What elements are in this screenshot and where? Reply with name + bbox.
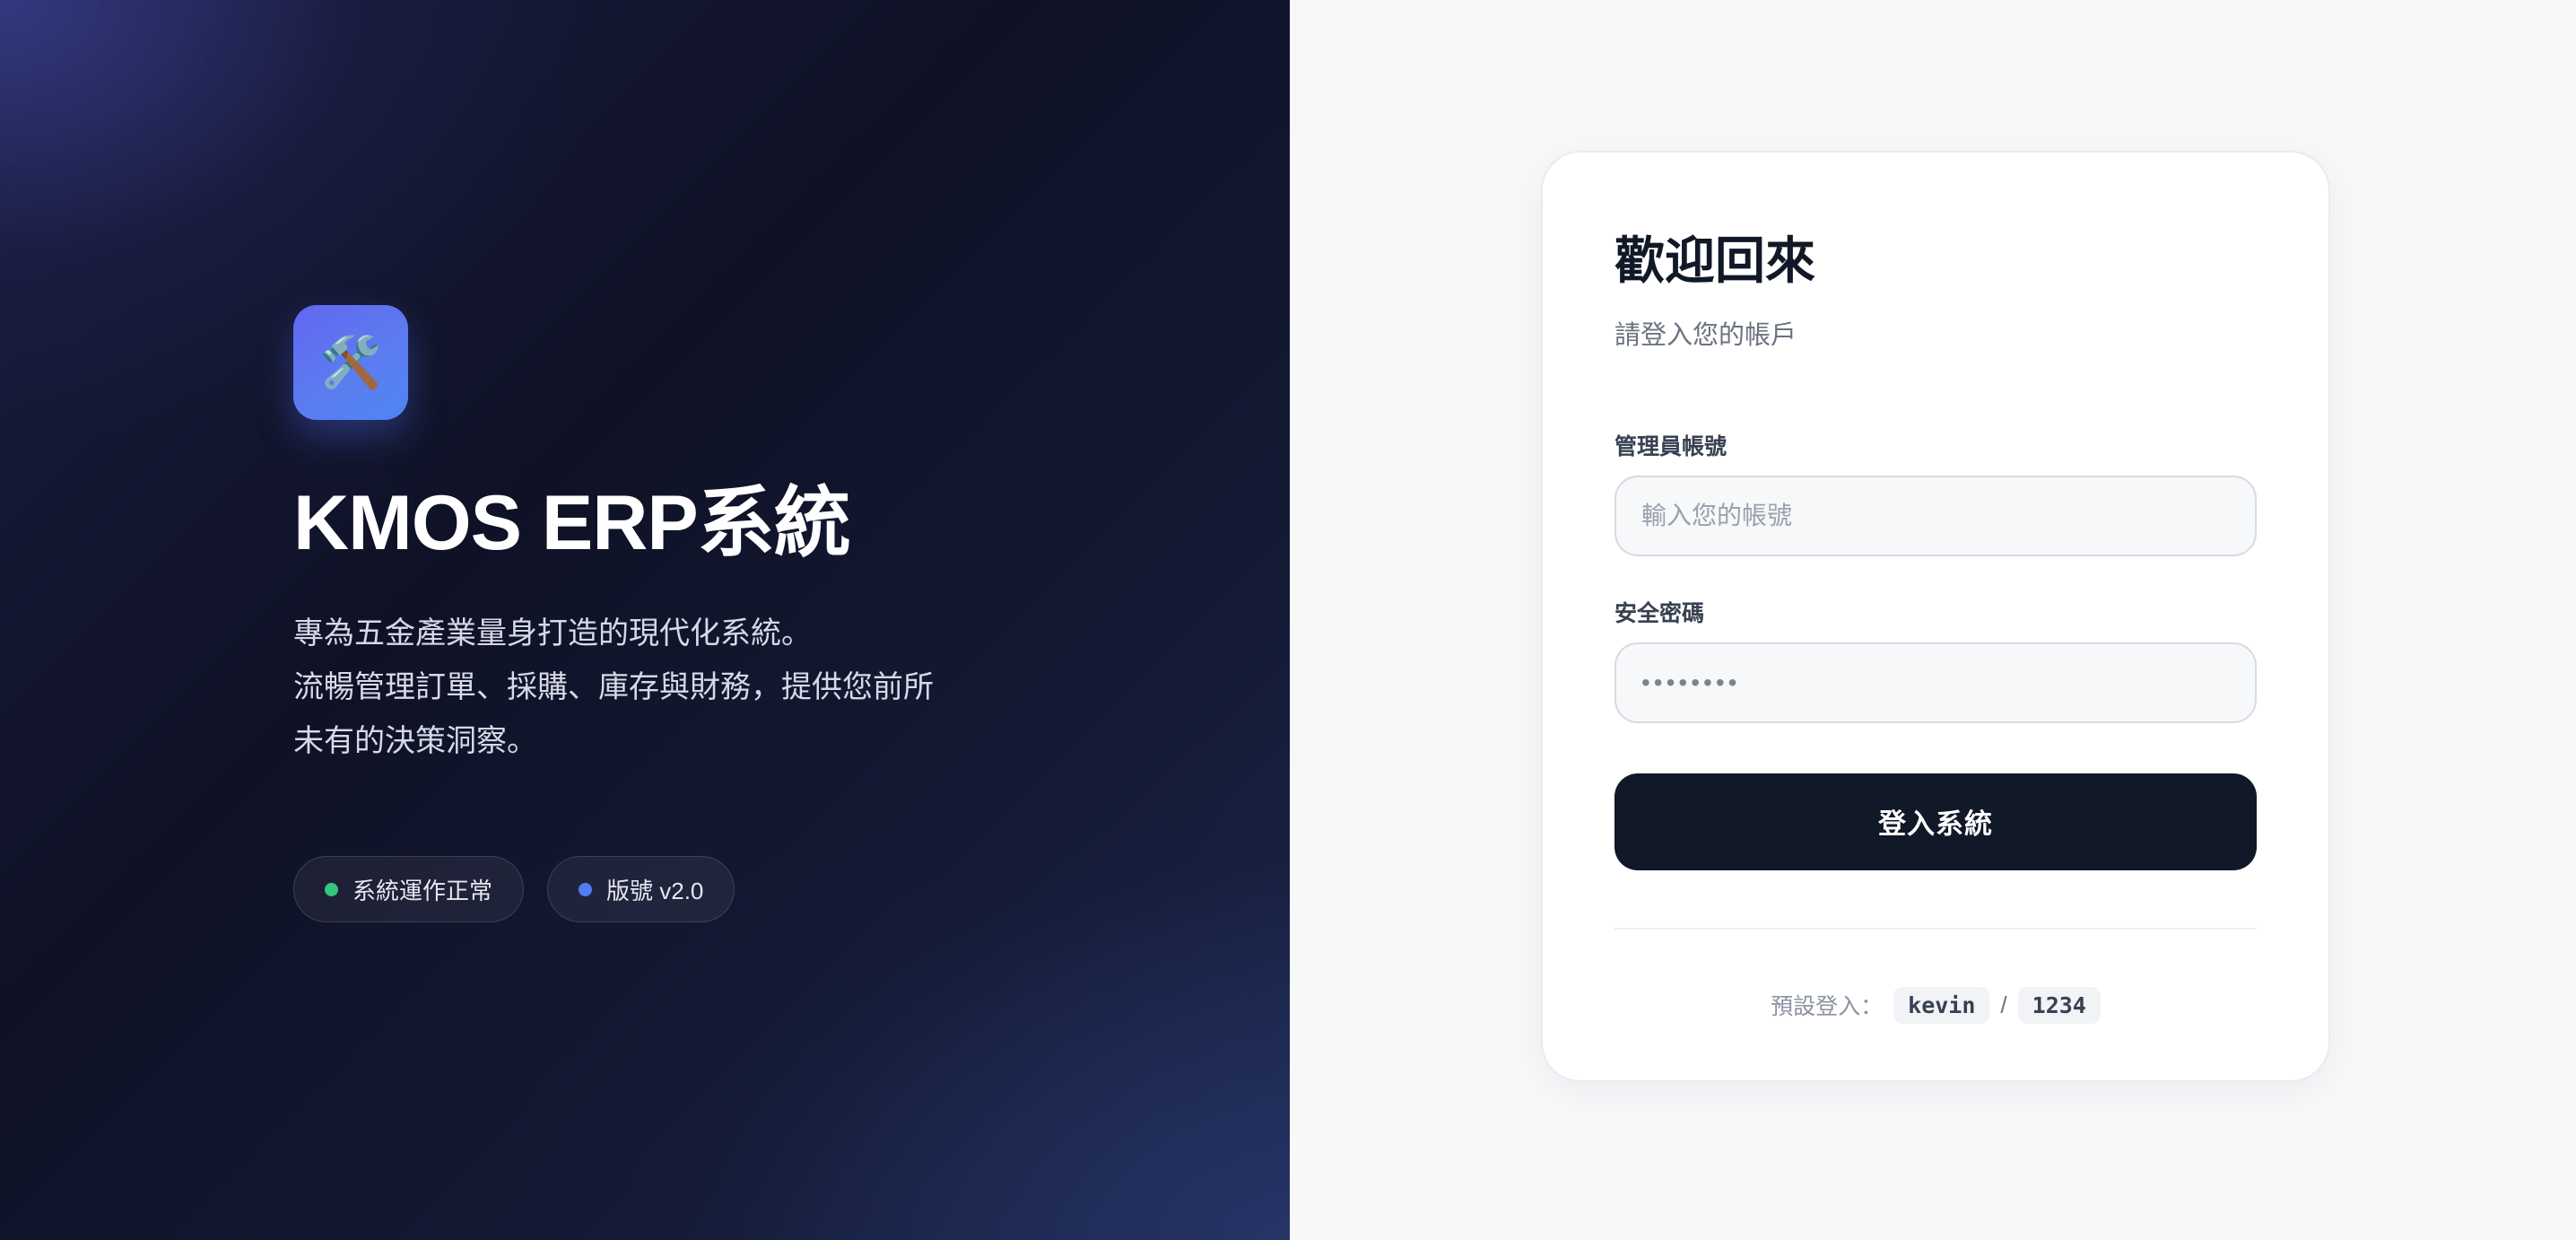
account-label: 管理員帳號 — [1614, 433, 1727, 459]
default-login-hint: 預設登入： kevin / 1234 — [1614, 986, 2257, 1024]
default-password: 1234 — [2017, 986, 2101, 1024]
login-card: 歡迎回來 請登入您的帳戶 管理員帳號 安全密碼 登入系統 預設登入： kevin… — [1541, 151, 2330, 1082]
system-status-badge: 系統運作正常 — [293, 856, 525, 923]
default-separator: / — [2000, 991, 2007, 1018]
app-title: KMOS ERP系統 — [293, 480, 851, 566]
password-label: 安全密碼 — [1614, 600, 1705, 626]
account-input[interactable] — [1614, 475, 2257, 556]
app-description: 專為五金產業量身打造的現代化系統。 流暢管理訂單、採購、庫存與財務，提供您前所 … — [293, 616, 934, 759]
status-dot-icon — [325, 882, 338, 896]
divider — [1614, 927, 2257, 930]
login-page: 🛠️ KMOS ERP系統 專為五金產業量身打造的現代化系統。 流暢管理訂單、採… — [0, 0, 2576, 1240]
status-badges: 系統運作正常 版號 v2.0 — [293, 856, 1011, 923]
hero-panel: 🛠️ KMOS ERP系統 專為五金產業量身打造的現代化系統。 流暢管理訂單、採… — [0, 0, 1290, 1240]
hammer-and-wrench-icon: 🛠️ — [319, 334, 382, 390]
login-title: 歡迎回來 — [1614, 232, 1815, 289]
version-label: 版號 v2.0 — [606, 877, 704, 904]
version-dot-icon — [579, 882, 593, 896]
login-panel: 歡迎回來 請登入您的帳戶 管理員帳號 安全密碼 登入系統 預設登入： kevin… — [1290, 0, 2576, 1240]
default-login-label: 預設登入： — [1771, 994, 1884, 1020]
password-input[interactable] — [1614, 642, 2257, 723]
hero-content: 🛠️ KMOS ERP系統 專為五金產業量身打造的現代化系統。 流暢管理訂單、採… — [293, 305, 1011, 923]
app-logo: 🛠️ — [293, 305, 408, 420]
login-button[interactable]: 登入系統 — [1614, 773, 2257, 870]
login-subtitle: 請登入您的帳戶 — [1614, 320, 1797, 350]
default-username: kevin — [1893, 986, 1990, 1024]
version-badge: 版號 v2.0 — [547, 856, 735, 923]
system-status-label: 系統運作正常 — [352, 877, 493, 904]
